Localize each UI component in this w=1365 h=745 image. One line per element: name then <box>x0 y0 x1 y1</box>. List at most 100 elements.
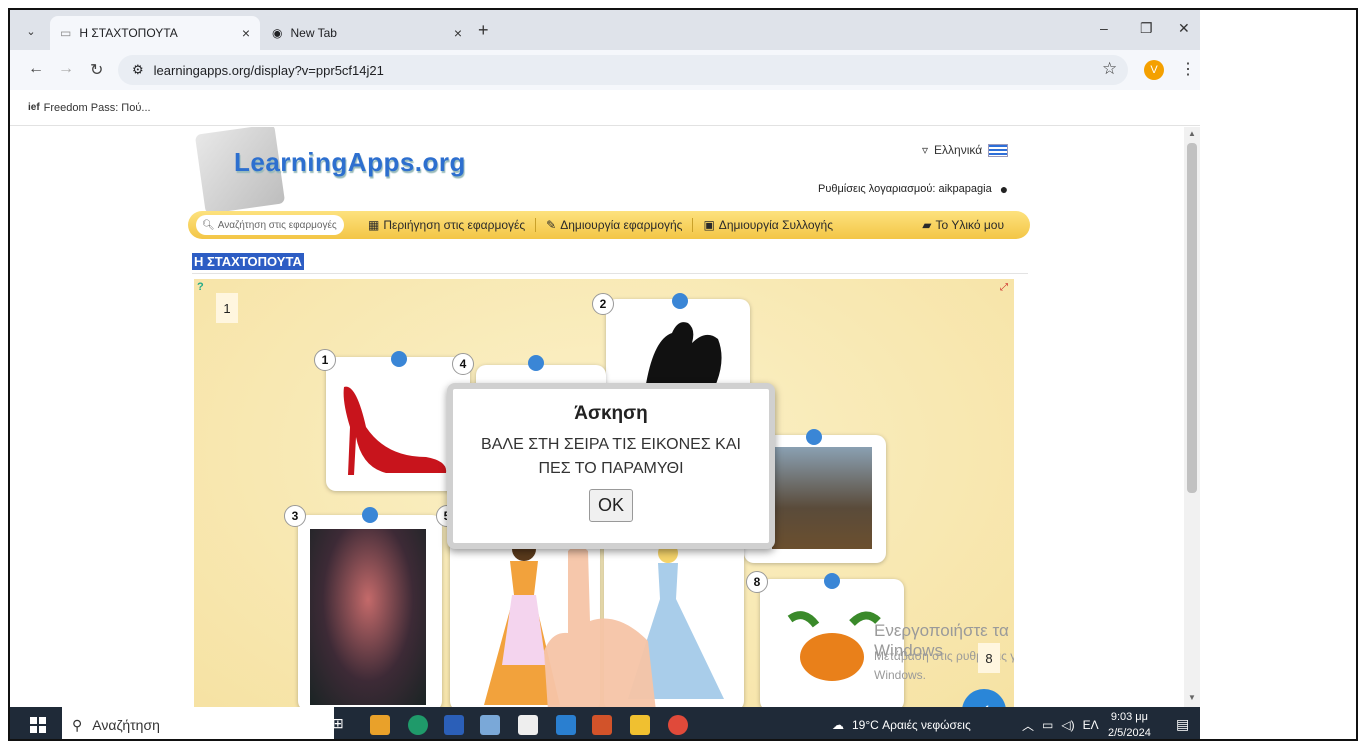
address-bar[interactable]: ⚙ learningapps.org/display?v=ppr5cf14j21 <box>118 55 1128 85</box>
help-icon[interactable]: ? <box>197 281 211 295</box>
nav-label: Δημιουργία εφαρμογής <box>560 218 683 232</box>
clock[interactable]: 9:03 μμ 2/5/2024 <box>1108 709 1151 739</box>
nav-label: Περιήγηση στις εφαρμογές <box>383 218 526 232</box>
language-selector[interactable]: ▿ Ελληνικά <box>922 143 1009 157</box>
chevron-up-icon[interactable]: ︿ <box>1022 717 1034 734</box>
windows-start-icon[interactable] <box>30 717 46 733</box>
minimize-button[interactable]: – <box>1100 20 1108 36</box>
forward-arrow-icon[interactable]: → <box>58 60 74 78</box>
site-search-input[interactable]: 🔍︎ Αναζήτηση στις εφαρμογές <box>196 215 344 235</box>
taskbar-search-label: Αναζήτηση <box>92 717 160 733</box>
powerpoint-icon[interactable] <box>592 715 612 735</box>
reload-icon[interactable]: ↻ <box>90 60 103 80</box>
search-placeholder: Αναζήτηση στις εφαρμογές <box>217 219 337 231</box>
site-info-icon[interactable]: ⚙ <box>132 62 144 78</box>
card-number: 4 <box>452 353 474 375</box>
dialog-title: Άσκηση <box>574 403 648 424</box>
volume-icon[interactable]: ◁) <box>1061 718 1074 732</box>
chrome-icon: ◉ <box>272 26 283 40</box>
scroll-up-icon[interactable]: ▲ <box>1188 129 1196 138</box>
menu-kebab-icon[interactable]: ⋮ <box>1180 59 1196 79</box>
fullscreen-icon[interactable]: ⤢ <box>1000 282 1008 293</box>
nav-create-collection[interactable]: ▣ Δημιουργία Συλλογής <box>693 218 843 232</box>
network-icon[interactable]: ▭ <box>1042 718 1053 732</box>
card-number: 3 <box>284 505 306 527</box>
restore-button[interactable]: ❐ <box>1140 20 1153 37</box>
weather-text: 19°C Αραιές νεφώσεις <box>852 718 971 732</box>
app-icon[interactable] <box>370 715 390 735</box>
nav-browse-apps[interactable]: ▦ Περιήγηση στις εφαρμογές <box>358 218 537 232</box>
folder-icon: ▰ <box>922 218 932 232</box>
exercise-dialog: Άσκηση ΒΑΛΕ ΣΤΗ ΣΕΙΡΑ ΤΙΣ ΕΙΚΟΝΕΣ ΚΑΙ ΠΕ… <box>447 383 775 549</box>
nav-create-app[interactable]: ✎ Δημιουργία εφαρμογής <box>536 218 694 232</box>
app-tab-icon: ▭ <box>60 26 72 40</box>
notification-icon[interactable]: ▤ <box>1176 716 1189 733</box>
user-icon: ● <box>999 181 1009 197</box>
tab-search-button[interactable]: ⌄ <box>20 20 42 42</box>
check-answers-button[interactable]: ✓ <box>962 689 1006 707</box>
pointer-hand-icon <box>544 546 656 707</box>
title-divider <box>192 273 1028 274</box>
system-tray[interactable]: ︿ ▭ ◁) ΕΛ <box>1022 707 1099 739</box>
collection-icon: ▣ <box>703 218 715 232</box>
bookmark-favicon: ief <box>28 102 40 113</box>
scroll-down-icon[interactable]: ▼ <box>1188 693 1196 702</box>
pencil-icon: ✎ <box>546 218 557 232</box>
sequence-slot-end: 8 <box>978 643 1000 673</box>
card-number: 2 <box>592 293 614 315</box>
greek-flag-icon <box>988 143 1009 157</box>
sequence-slot-start: 1 <box>216 293 238 323</box>
page-scrollbar[interactable]: ▲ ▼ <box>1184 127 1200 707</box>
clock-date: 2/5/2024 <box>1108 727 1151 739</box>
back-arrow-icon[interactable]: ← <box>28 60 44 78</box>
screenshot-frame: ⌄ ▭ Η ΣΤΑΧΤΟΠΟΥΤΑ × ◉ New Tab × + – ❐ ✕ … <box>8 8 1358 741</box>
tab-close-icon[interactable]: × <box>242 25 250 41</box>
task-view-icon[interactable]: ⊞ <box>332 715 352 735</box>
taskbar-search[interactable]: ⚲ Αναζήτηση <box>62 707 334 739</box>
store-icon[interactable] <box>480 715 500 735</box>
weather-icon: ☁ <box>832 718 844 732</box>
ok-button[interactable]: OK <box>588 489 633 522</box>
fairy-image <box>310 529 426 705</box>
nav-my-material[interactable]: ▰ Το Υλικό μου <box>912 218 1014 232</box>
weather-widget[interactable]: ☁ 19°C Αραιές νεφώσεις <box>832 707 971 739</box>
tab-new-tab[interactable]: ◉ New Tab × <box>262 16 472 50</box>
card-pin <box>806 429 822 445</box>
card-pin <box>391 351 407 367</box>
bookmark-item[interactable]: Freedom Pass: Πού... <box>44 102 151 114</box>
browser-window: ⌄ ▭ Η ΣΤΑΧΤΟΠΟΥΤΑ × ◉ New Tab × + – ❐ ✕ … <box>10 10 1200 707</box>
language-label: Ελληνικά <box>934 143 983 157</box>
language-indicator[interactable]: ΕΛ <box>1083 718 1099 732</box>
ballroom-image <box>772 447 872 549</box>
tab-strip: ⌄ ▭ Η ΣΤΑΧΤΟΠΟΥΤΑ × ◉ New Tab × + – ❐ ✕ <box>10 10 1200 50</box>
card-number: 1 <box>314 349 336 371</box>
bookmark-star-icon[interactable]: ☆ <box>1102 59 1117 79</box>
card-number: 8 <box>746 571 768 593</box>
scrollbar-thumb[interactable] <box>1187 143 1197 493</box>
browser-toolbar: ← → ↻ ⚙ learningapps.org/display?v=ppr5c… <box>10 50 1200 90</box>
dialog-text: ΒΑΛΕ ΣΤΗ ΣΕΙΡΑ ΤΙΣ ΕΙΚΟΝΕΣ ΚΑΙ ΠΕΣ ΤΟ ΠΑ… <box>481 436 741 477</box>
triangle-down-icon: ▿ <box>922 143 929 157</box>
site-logo[interactable]: LearningApps.org <box>234 147 466 178</box>
word-icon[interactable] <box>444 715 464 735</box>
account-settings[interactable]: Ρυθμίσεις λογαριασμού: aikpapagia ● <box>818 181 1008 197</box>
bookmarks-bar: ief Freedom Pass: Πού... <box>10 90 1200 126</box>
close-window-button[interactable]: ✕ <box>1178 20 1190 37</box>
card-pin <box>528 355 544 371</box>
main-nav: 🔍︎ Αναζήτηση στις εφαρμογές ▦ Περιήγηση … <box>188 211 1030 239</box>
tab-close-icon[interactable]: × <box>454 25 462 41</box>
nav-label: Το Υλικό μου <box>935 218 1004 232</box>
card-pin <box>824 573 840 589</box>
file-explorer-icon[interactable] <box>630 715 650 735</box>
chrome-taskbar-icon[interactable] <box>668 715 688 735</box>
mail-icon[interactable] <box>556 715 576 735</box>
search-icon: 🔍︎ <box>202 219 215 231</box>
file-icon[interactable] <box>518 715 538 735</box>
new-tab-button[interactable]: + <box>478 20 489 41</box>
card-pin <box>362 507 378 523</box>
edge-icon[interactable] <box>408 715 428 735</box>
nav-label: Δημιουργία Συλλογής <box>718 218 833 232</box>
profile-avatar[interactable]: V <box>1144 60 1164 80</box>
tab-active[interactable]: ▭ Η ΣΤΑΧΤΟΠΟΥΤΑ × <box>50 16 260 50</box>
card-3[interactable] <box>298 515 442 707</box>
